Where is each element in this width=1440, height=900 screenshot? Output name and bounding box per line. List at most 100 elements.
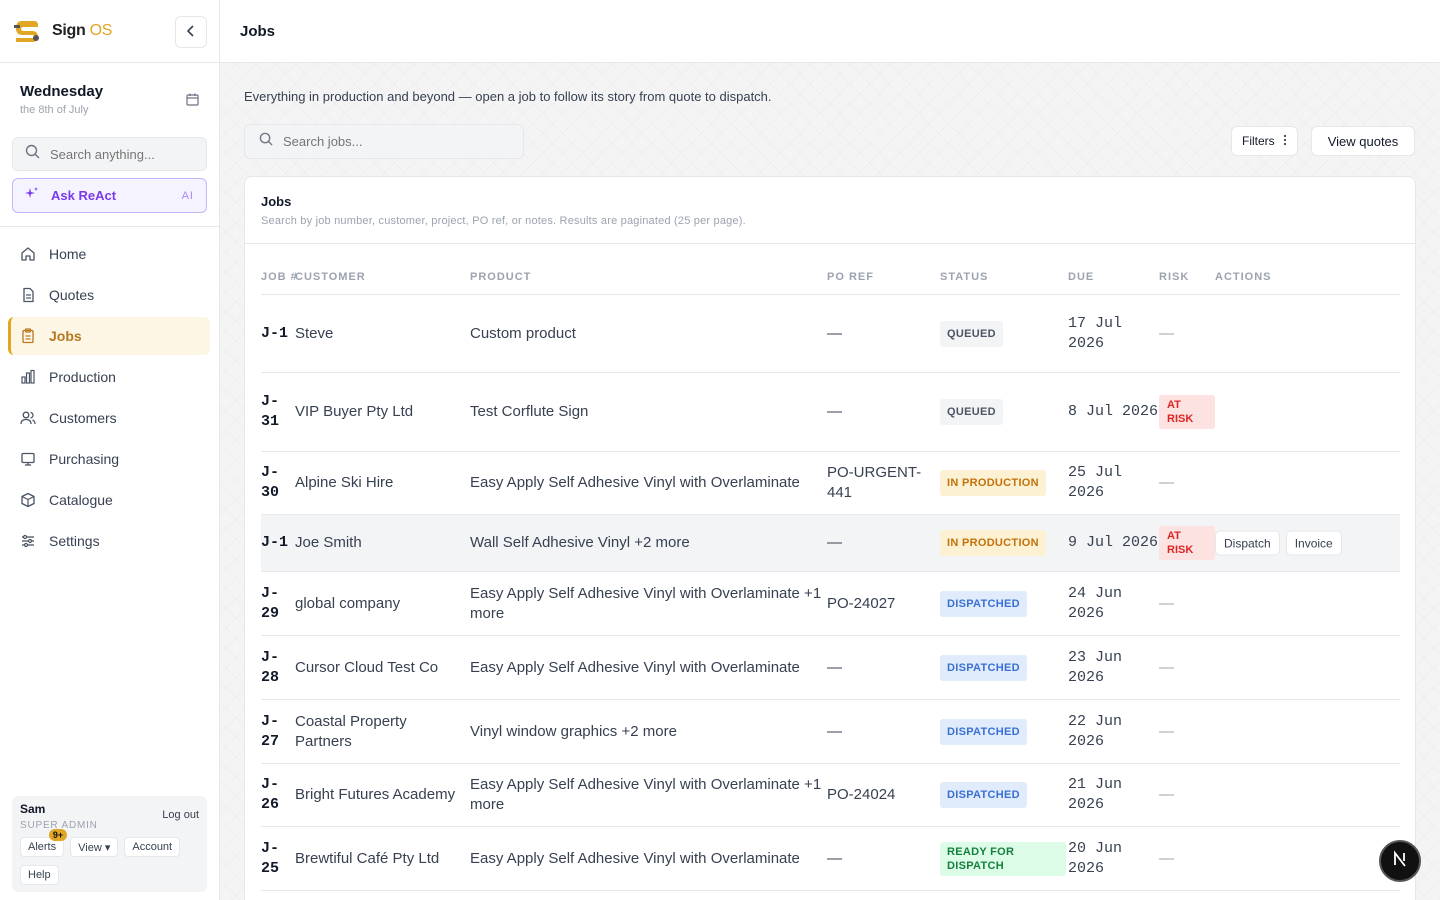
risk-cell: AT RISK [1159, 395, 1215, 429]
job-number[interactable]: J-1 [261, 533, 295, 553]
jobs-card-title: Jobs [261, 194, 292, 209]
nav-label: Customers [49, 410, 117, 426]
product-name: Custom product [470, 324, 576, 342]
status-cell: QUEUED [940, 399, 1003, 425]
job-number[interactable]: J-27 [261, 712, 295, 752]
ask-react-button[interactable]: Ask ReAct AI [12, 178, 207, 213]
view-menu-button[interactable]: View ▾ [70, 837, 119, 857]
ai-tag: AI [181, 189, 194, 202]
column-header-risk[interactable]: RISK [1159, 271, 1189, 283]
table-row[interactable]: J-1 Joe Smith Wall Self Adhesive Vinyl +… [261, 515, 1400, 572]
table-row[interactable]: J-30 Alpine Ski Hire Easy Apply Self Adh… [261, 452, 1400, 515]
due-date: 20 Jun 2026 [1068, 839, 1123, 877]
job-number[interactable]: J-25 [261, 839, 295, 879]
job-search[interactable] [244, 124, 524, 159]
document-icon [20, 287, 36, 303]
customer-name: Bright Futures Academy [295, 786, 456, 803]
table-row[interactable]: J-1 Steve Custom product — QUEUED 17 Jul… [261, 295, 1400, 373]
nav-label: Quotes [49, 287, 95, 303]
nav-item-settings[interactable]: Settings [8, 522, 210, 560]
dispatch-button[interactable]: Dispatch [1215, 530, 1280, 556]
jobs-card-header: Jobs Search by job number, customer, pro… [245, 177, 1415, 244]
help-button[interactable]: Help [20, 865, 59, 885]
job-number[interactable]: J-31 [261, 392, 295, 432]
nav-item-home[interactable]: Home [8, 235, 210, 273]
logout-link[interactable]: Log out [162, 809, 199, 821]
column-header-status[interactable]: STATUS [940, 271, 988, 283]
job-number[interactable]: J-1 [261, 324, 295, 344]
nav-label: Jobs [49, 328, 82, 344]
product-name: Easy Apply Self Adhesive Vinyl with Over… [470, 658, 800, 676]
table-row[interactable]: J-31 VIP Buyer Pty Ltd Test Corflute Sig… [261, 373, 1400, 452]
status-cell: IN PRODUCTION [940, 470, 1046, 496]
status-cell: DISPATCHED [940, 654, 1027, 681]
risk-cell: — [1159, 474, 1174, 491]
table-row[interactable]: J-25 Brewtiful Café Pty Ltd Easy Apply S… [261, 827, 1400, 891]
invoice-button[interactable]: Invoice [1285, 530, 1342, 556]
due-date: 23 Jun 2026 [1068, 648, 1123, 686]
job-number[interactable]: J-26 [261, 775, 295, 815]
risk-badge: AT RISK [1159, 526, 1215, 560]
product-name: Wall Self Adhesive Vinyl +2 more [470, 534, 690, 551]
po-ref: — [827, 658, 842, 676]
job-number[interactable]: J-28 [261, 648, 295, 688]
user-actions: Alerts 9+ View ▾ Account [20, 829, 181, 857]
nav-item-customers[interactable]: Customers [8, 399, 210, 437]
product-name: Easy Apply Self Adhesive Vinyl with Over… [470, 849, 800, 867]
global-search[interactable] [12, 137, 207, 171]
table-row[interactable]: J-26 Bright Futures Academy Easy Apply S… [261, 764, 1400, 827]
column-header-product[interactable]: PRODUCT [470, 271, 531, 283]
chevron-left-icon [186, 24, 196, 40]
next-dev-tools-button[interactable] [1379, 840, 1421, 882]
column-header-actions: ACTIONS [1215, 271, 1272, 283]
global-search-input[interactable] [50, 146, 200, 162]
filters-button[interactable]: Filters [1231, 126, 1298, 156]
collapse-sidebar-button[interactable] [175, 16, 207, 48]
status-cell: DISPATCHED [940, 718, 1027, 745]
nav-item-catalogue[interactable]: Catalogue [8, 481, 210, 519]
filters-label: Filters [1242, 134, 1275, 148]
view-quotes-button[interactable]: View quotes [1311, 126, 1415, 156]
column-header-job[interactable]: JOB # [261, 271, 298, 283]
status-cell: DISPATCHED [940, 590, 1027, 617]
due-date: 8 Jul 2026 [1068, 403, 1159, 420]
nav-label: Production [49, 369, 116, 385]
job-number[interactable]: J-29 [261, 584, 295, 624]
table-row[interactable]: J-27 Coastal Property Partners Vinyl win… [261, 700, 1400, 764]
account-button[interactable]: Account [124, 837, 181, 857]
day-subtitle: the 8th of July [20, 104, 89, 116]
status-cell: IN PRODUCTION [940, 530, 1046, 556]
calendar-icon[interactable] [186, 93, 199, 111]
risk-cell: — [1159, 324, 1174, 342]
po-ref: PO-24024 [827, 786, 896, 803]
clipboard-icon [20, 328, 36, 344]
column-header-customer[interactable]: CUSTOMER [295, 271, 366, 283]
user-panel: Sam SUPER ADMIN Log out Alerts 9+ View ▾… [12, 796, 207, 892]
due-date: 22 Jun 2026 [1068, 712, 1123, 750]
job-number[interactable]: J-30 [261, 463, 295, 503]
nav-item-jobs[interactable]: Jobs [8, 317, 210, 355]
job-search-input[interactable] [283, 134, 503, 149]
more-vertical-icon [1283, 134, 1287, 149]
po-ref: — [827, 534, 842, 551]
due-date: 17 Jul 2026 [1068, 314, 1123, 352]
column-header-po[interactable]: PO REF [827, 271, 874, 283]
nav-item-purchasing[interactable]: Purchasing [8, 440, 210, 478]
table-row[interactable]: J-29 global company Easy Apply Self Adhe… [261, 572, 1400, 636]
receipt-icon [20, 451, 36, 467]
nav-item-production[interactable]: Production [8, 358, 210, 396]
product-name: Vinyl window graphics +2 more [470, 722, 677, 740]
table-header: JOB # CUSTOMER PRODUCT PO REF STATUS DUE… [261, 244, 1400, 295]
table-row[interactable]: J-28 Cursor Cloud Test Co Easy Apply Sel… [261, 636, 1400, 700]
status-badge: IN PRODUCTION [940, 470, 1046, 496]
customer-name: global company [295, 594, 401, 612]
jobs-table: JOB # CUSTOMER PRODUCT PO REF STATUS DUE… [261, 244, 1400, 891]
alerts-button[interactable]: Alerts 9+ [20, 829, 68, 857]
box-icon [20, 492, 36, 508]
po-ref: — [827, 849, 842, 867]
customer-name: Coastal Property Partners [295, 712, 407, 750]
status-badge: QUEUED [940, 320, 1003, 347]
sidebar: Sign OS Wednesday the 8th of July Ask Re… [0, 0, 220, 900]
column-header-due[interactable]: DUE [1068, 271, 1094, 283]
nav-item-quotes[interactable]: Quotes [8, 276, 210, 314]
